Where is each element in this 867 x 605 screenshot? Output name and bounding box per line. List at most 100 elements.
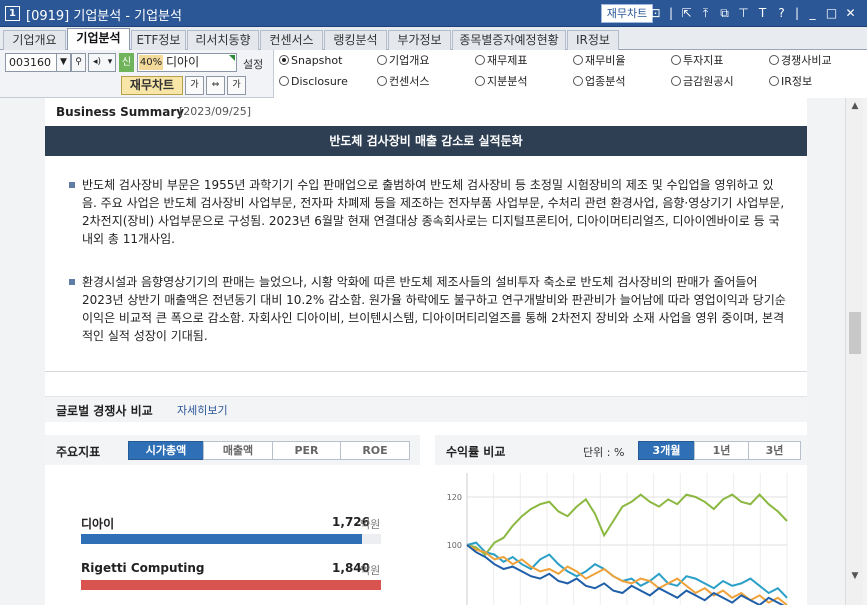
- value-unit: 억원: [360, 518, 381, 531]
- scroll-up-icon[interactable]: ▲: [849, 100, 861, 112]
- toolbar: 003160 ▼ ⚲ ◂) ▾ 신 40% 디아이 설정 재무차트 가 ⇔ 가 …: [0, 50, 867, 98]
- corner-flag-icon: [229, 55, 235, 61]
- radio-ir-info[interactable]: IR정보: [769, 75, 812, 89]
- y-tick-label: 100: [447, 541, 462, 550]
- window-title: [0919] 기업분석 - 기업분석: [26, 9, 182, 24]
- radio-circle: [769, 76, 779, 86]
- stock-name-field[interactable]: 40% 디아이: [137, 53, 237, 72]
- radio-consensus[interactable]: 컨센서스: [377, 75, 429, 89]
- bar-fill-di: [81, 534, 363, 544]
- seg-3-months[interactable]: 3개월: [638, 441, 695, 460]
- divider: [45, 371, 807, 372]
- margin-rate-badge: 40%: [139, 55, 163, 70]
- radio-competitor-compare[interactable]: 경쟁사비교: [769, 54, 832, 68]
- radio-circle: [377, 55, 387, 65]
- tab-ranking[interactable]: 랭킹분석: [324, 30, 387, 50]
- settings-label[interactable]: 설정: [243, 56, 263, 72]
- radio-circle: [671, 76, 681, 86]
- chevron-down-icon[interactable]: ▾: [105, 53, 116, 72]
- content-area: Business Summary [2023/09/25] 반도체 검사장비 매…: [0, 98, 867, 605]
- search-icon[interactable]: ⚲: [71, 53, 86, 72]
- report-page: Business Summary [2023/09/25] 반도체 검사장비 매…: [45, 98, 807, 605]
- radio-circle: [475, 55, 485, 65]
- bar-track: [81, 580, 381, 590]
- company-name-di: 디아이: [81, 517, 115, 531]
- financial-chart-button[interactable]: 재무차트: [121, 76, 183, 95]
- radio-industry-analysis[interactable]: 업종분석: [573, 75, 625, 89]
- stock-code-input[interactable]: 003160: [5, 53, 57, 72]
- font-size-button[interactable]: 가: [185, 76, 204, 95]
- share-icon[interactable]: ⤒: [697, 4, 714, 23]
- seg-1-year[interactable]: 1년: [694, 441, 749, 460]
- detail-link[interactable]: 자세히보기: [177, 402, 228, 418]
- y-tick-label: 120: [447, 493, 462, 502]
- summary-paragraph-2: 환경시설과 음향영상기기의 판매는 늘었으나, 시황 악화에 따른 반도체 제조…: [82, 275, 786, 343]
- radio-financial-ratios[interactable]: 재무비율: [573, 54, 625, 68]
- radio-company-overview[interactable]: 기업개요: [377, 54, 429, 68]
- chevron-down-icon[interactable]: ▼: [56, 53, 71, 72]
- global-compare-header: 글로벌 경쟁사 비교 자세히보기: [45, 396, 807, 422]
- maximize-icon[interactable]: □: [823, 4, 840, 23]
- radio-circle: [279, 76, 289, 86]
- chart-icon[interactable]: ⊡: [647, 4, 664, 23]
- returns-title: 수익률 비교: [446, 445, 506, 459]
- radio-circle: [377, 76, 387, 86]
- seg-3-years[interactable]: 3년: [748, 441, 801, 460]
- bar-fill-rigetti: [81, 580, 381, 590]
- copy-icon[interactable]: ⧉: [716, 4, 733, 23]
- radio-circle: [573, 76, 583, 86]
- tab-consensus[interactable]: 컨센서스: [260, 30, 323, 50]
- bullet-icon: [69, 182, 75, 188]
- history-icon[interactable]: ◂): [88, 53, 106, 72]
- summary-paragraph-1: 반도체 검사장비 부문은 1955년 과학기기 수입 판매업으로 출범하여 반도…: [82, 178, 785, 246]
- new-badge: 신: [119, 53, 134, 72]
- business-summary-date: [2023/09/25]: [179, 105, 251, 118]
- window-number[interactable]: 1: [5, 6, 20, 21]
- close-icon[interactable]: ✕: [842, 4, 859, 23]
- tab-capital-increase[interactable]: 종목별증자예정현황: [452, 30, 566, 50]
- title-bar: 1 [0919] 기업분석 - 기업분석 재무차트 ⊡ | ⇱ ⤒ ⧉ ⊤ T …: [0, 0, 867, 27]
- company-name-rigetti: Rigetti Computing: [81, 561, 205, 575]
- font-enlarge-button[interactable]: 가: [227, 76, 246, 95]
- fit-width-button[interactable]: ⇔: [206, 76, 225, 95]
- fin-chart-button[interactable]: 재무차트: [601, 4, 653, 23]
- value-unit: 억원: [360, 564, 381, 577]
- radio-equity-analysis[interactable]: 지분분석: [475, 75, 527, 89]
- minimize-icon[interactable]: _: [804, 4, 821, 23]
- separator: |: [668, 6, 674, 20]
- radio-financial-statements[interactable]: 재무제표: [475, 54, 527, 68]
- radio-fss-disclosure[interactable]: 금감원공시: [671, 75, 734, 89]
- tab-research[interactable]: 리서치동향: [187, 30, 259, 50]
- radio-investment-indicators[interactable]: 투자지표: [671, 54, 723, 68]
- radio-disclosure[interactable]: Disclosure: [279, 75, 348, 89]
- tab-company-overview[interactable]: 기업개요: [3, 30, 66, 50]
- returns-header: 수익률 비교 단위 : % 3개월 1년 3년: [435, 435, 807, 465]
- stamp-icon[interactable]: ⊤: [735, 4, 752, 23]
- tab-company-analysis[interactable]: 기업분석: [67, 28, 130, 51]
- font-icon[interactable]: T: [754, 4, 771, 23]
- tab-etf-info[interactable]: ETF정보: [131, 30, 186, 50]
- radio-circle: [475, 76, 485, 86]
- help-icon[interactable]: ?: [773, 4, 790, 23]
- unit-label: 단위 : %: [583, 446, 625, 459]
- radio-circle: [769, 55, 779, 65]
- radio-circle: [573, 55, 583, 65]
- seg-market-cap[interactable]: 시가총액: [128, 441, 204, 460]
- key-metrics-panel: 주요지표 시가총액 매출액 PER ROE 디아이 1,726 억원 Riget…: [45, 435, 420, 605]
- seg-sales[interactable]: 매출액: [203, 441, 273, 460]
- seg-per[interactable]: PER: [272, 441, 341, 460]
- key-metrics-header: 주요지표 시가총액 매출액 PER ROE: [45, 435, 420, 465]
- separator: |: [794, 6, 800, 20]
- pin-icon[interactable]: ⇱: [678, 4, 695, 23]
- radio-circle: [279, 55, 289, 65]
- tab-ir-info[interactable]: IR정보: [567, 30, 619, 50]
- vertical-scrollbar[interactable]: ▲ ▼: [845, 98, 863, 605]
- scroll-thumb[interactable]: [849, 312, 861, 354]
- scroll-down-icon[interactable]: ▼: [849, 570, 861, 582]
- radio-snapshot[interactable]: Snapshot: [279, 54, 342, 68]
- seg-roe[interactable]: ROE: [340, 441, 410, 460]
- key-metrics-title: 주요지표: [56, 445, 101, 459]
- returns-line-chart: 120 100: [447, 473, 788, 605]
- summary-headline: 반도체 검사장비 매출 감소로 실적둔화: [45, 126, 807, 156]
- tab-extra-info[interactable]: 부가정보: [388, 30, 451, 50]
